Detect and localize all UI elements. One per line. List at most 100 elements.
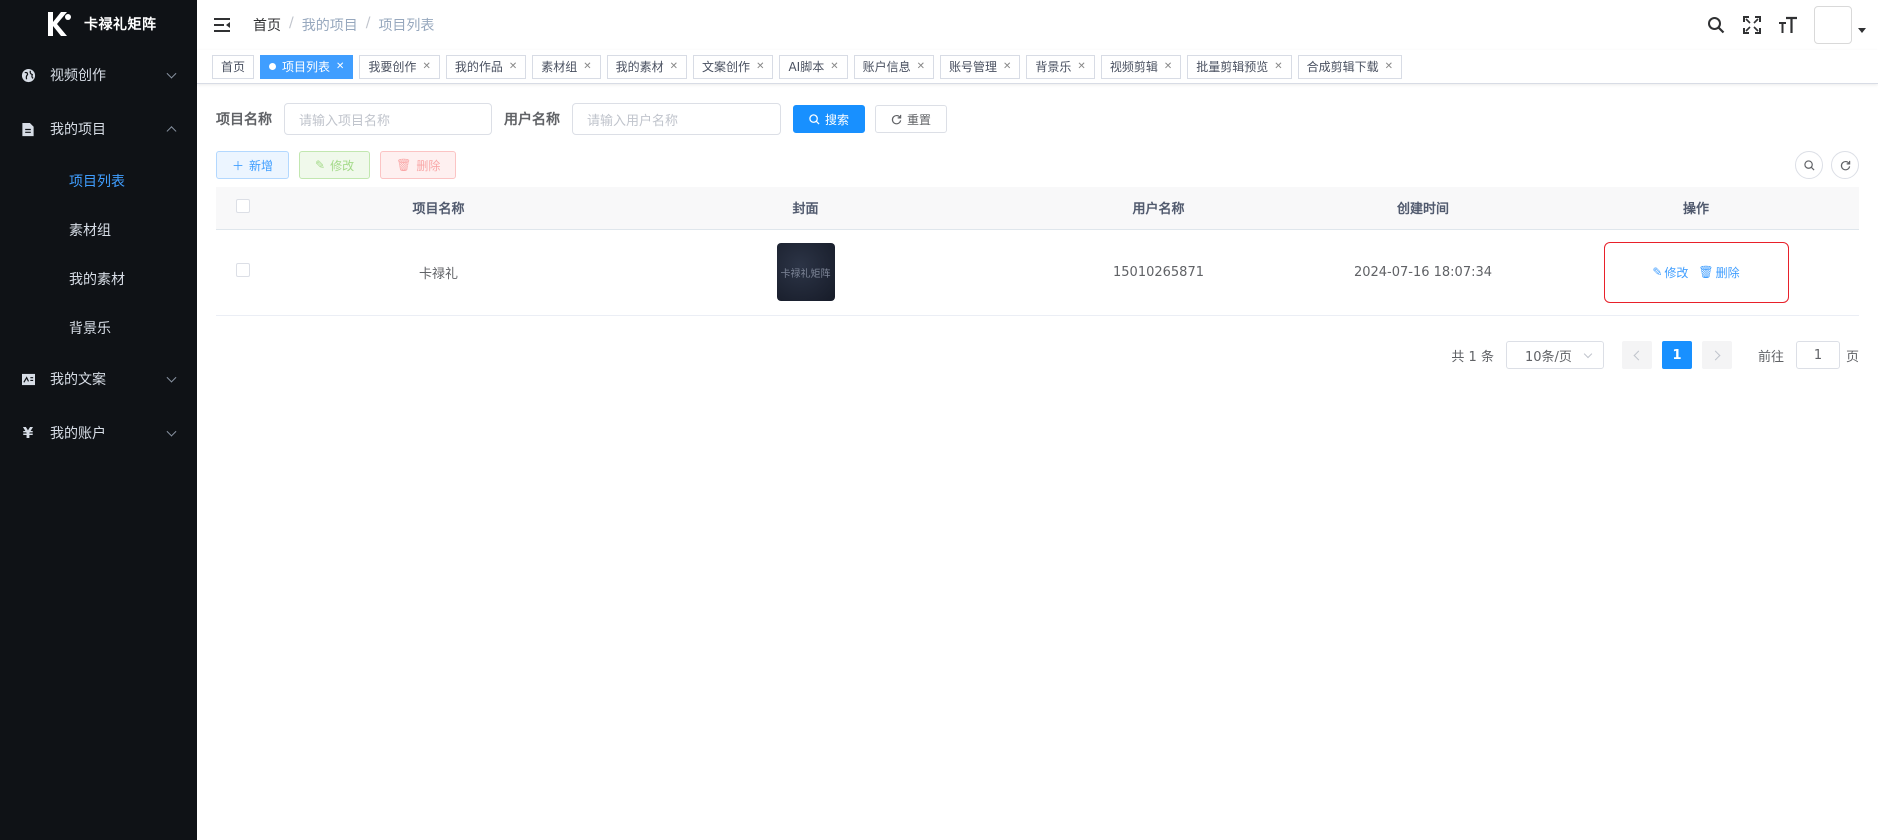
tag-label: 文案创作	[702, 60, 751, 74]
close-icon[interactable]: ✕	[1077, 61, 1085, 72]
sidebar-subitem-background-music[interactable]: 背景乐	[0, 303, 197, 352]
sidebar-item-my-projects[interactable]: 我的项目	[0, 102, 197, 156]
user-name-input[interactable]: 请输入用户名称	[572, 103, 781, 135]
operations-highlight: ✎ 修改 🗑 删除	[1603, 241, 1789, 303]
goto-page-input[interactable]: 1	[1795, 341, 1840, 369]
chevron-down-icon	[166, 68, 177, 79]
close-icon[interactable]: ✕	[1274, 61, 1282, 72]
close-icon[interactable]: ✕	[336, 61, 344, 72]
tag-label: 合成剪辑下载	[1306, 60, 1379, 74]
tags-view: 首页 项目列表 ✕ 我要创作 ✕ 我的作品 ✕ 素材组 ✕ 我的素材 ✕ 文案创作 ✕ AI…	[197, 50, 1878, 84]
cell-operations: ✎ 修改 🗑 删除	[1533, 229, 1859, 316]
user-name-label: 用户名称	[504, 112, 560, 128]
tag-label: 我要创作	[368, 60, 417, 74]
tag-batch-preview[interactable]: 批量剪辑预览 ✕	[1187, 54, 1292, 79]
close-icon[interactable]: ✕	[756, 61, 764, 72]
row-select-cell	[216, 229, 270, 316]
table-header-row: 项目名称 封面 用户名称 创建时间 操作	[216, 187, 1859, 230]
breadcrumb-project-list: 项目列表	[378, 18, 435, 34]
table-tools	[1795, 151, 1859, 179]
tag-home[interactable]: 首页	[212, 54, 255, 79]
font-size-icon[interactable]	[1778, 15, 1798, 35]
edit-button[interactable]: ✎ 修改	[299, 151, 371, 179]
chevron-down-icon	[166, 426, 177, 437]
search-form: 项目名称 请输入项目名称 用户名称 请输入用户名称 搜索 重置	[216, 103, 948, 135]
app-name: 卡禄礼矩阵	[84, 17, 157, 33]
caret-down-icon[interactable]	[1858, 28, 1866, 33]
sidebar-subitem-project-list[interactable]: 项目列表	[0, 156, 197, 205]
project-name-label: 项目名称	[216, 112, 272, 128]
tag-create[interactable]: 我要创作 ✕	[359, 54, 440, 79]
active-dot-icon	[269, 63, 277, 70]
next-page-button[interactable]	[1701, 341, 1732, 369]
page-button-current[interactable]: 1	[1661, 341, 1692, 369]
breadcrumb-home[interactable]: 首页	[253, 15, 281, 35]
close-icon[interactable]: ✕	[1385, 61, 1393, 72]
project-name-input[interactable]: 请输入项目名称	[284, 103, 492, 135]
tag-account-manage[interactable]: 账号管理 ✕	[940, 54, 1021, 79]
close-icon[interactable]: ✕	[830, 61, 838, 72]
close-icon[interactable]: ✕	[1164, 61, 1172, 72]
avatar[interactable]	[1814, 6, 1852, 44]
tag-label: 账户信息	[862, 60, 911, 74]
close-icon[interactable]: ✕	[917, 61, 925, 72]
close-icon[interactable]: ✕	[509, 61, 517, 72]
page-size-select[interactable]: 10条/页	[1505, 341, 1604, 369]
add-button[interactable]: ＋ 新增	[216, 151, 290, 179]
trash-icon: 🗑	[396, 158, 412, 172]
tag-copywriting[interactable]: 文案创作 ✕	[693, 54, 774, 79]
sidebar-item-my-account[interactable]: ¥ 我的账户	[0, 406, 197, 460]
topbar-actions	[1706, 0, 1866, 50]
search-icon	[809, 113, 820, 125]
search-icon[interactable]	[1706, 15, 1726, 35]
sidebar-item-label: 视频创作	[50, 68, 106, 84]
row-checkbox[interactable]	[236, 263, 250, 277]
plus-icon: ＋	[232, 158, 245, 173]
tag-video-edit[interactable]: 视频剪辑 ✕	[1100, 54, 1182, 79]
tag-material-group[interactable]: 素材组 ✕	[532, 54, 601, 79]
select-all-checkbox[interactable]	[236, 198, 250, 213]
delete-button[interactable]: 🗑 删除	[380, 151, 457, 179]
row-edit-link[interactable]: ✎ 修改	[1652, 264, 1688, 281]
tag-my-materials[interactable]: 我的素材 ✕	[606, 54, 688, 79]
sidebar-subitem-my-materials[interactable]: 我的素材	[0, 254, 197, 303]
close-icon[interactable]: ✕	[1003, 61, 1011, 72]
row-delete-link[interactable]: 🗑 删除	[1698, 264, 1739, 281]
sidebar-item-video-creation[interactable]: 视频创作	[0, 48, 197, 102]
tag-label: 批量剪辑预览	[1196, 60, 1269, 74]
close-icon[interactable]: ✕	[583, 61, 591, 72]
toggle-search-icon[interactable]	[1795, 151, 1823, 179]
tag-composite-download[interactable]: 合成剪辑下载 ✕	[1297, 54, 1403, 79]
edit-button-label: 修改	[330, 158, 355, 173]
prev-page-button[interactable]	[1621, 341, 1652, 369]
cover-thumbnail[interactable]: 卡禄礼矩阵	[776, 243, 835, 301]
logo[interactable]: 卡禄礼矩阵	[0, 0, 197, 48]
fullscreen-icon[interactable]	[1742, 15, 1762, 35]
tag-my-works[interactable]: 我的作品 ✕	[445, 54, 527, 79]
search-button[interactable]: 搜索	[793, 105, 866, 133]
sidebar-subitem-material-group[interactable]: 素材组	[0, 205, 197, 254]
tag-label: AI脚本	[788, 60, 825, 74]
select-all-cell	[216, 187, 270, 230]
close-icon[interactable]: ✕	[422, 61, 430, 72]
reset-button[interactable]: 重置	[875, 105, 948, 133]
tag-label: 项目列表	[282, 60, 331, 74]
sidebar-item-my-copywriting[interactable]: 我的文案	[0, 352, 197, 406]
sidebar-item-label: 我的项目	[50, 122, 106, 138]
pagination: 共 1 条 10条/页 1 前往 1 页	[1451, 341, 1859, 369]
col-project-name: 项目名称	[270, 187, 607, 230]
menu-toggle-icon[interactable]	[213, 17, 231, 33]
chevron-left-icon	[1633, 350, 1644, 360]
refresh-icon[interactable]	[1831, 151, 1859, 179]
tag-ai-script[interactable]: AI脚本 ✕	[779, 54, 848, 79]
col-created-time: 创建时间	[1313, 187, 1533, 230]
tag-project-list[interactable]: 项目列表 ✕	[260, 54, 354, 79]
row-edit-label: 修改	[1664, 265, 1689, 280]
tag-background-music[interactable]: 背景乐 ✕	[1026, 54, 1095, 79]
chevron-down-icon	[166, 372, 177, 383]
close-icon[interactable]: ✕	[670, 61, 678, 72]
action-toolbar: ＋ 新增 ✎ 修改 🗑 删除	[216, 151, 457, 179]
add-button-label: 新增	[249, 158, 274, 173]
tag-label: 背景乐	[1035, 60, 1072, 74]
tag-account-info[interactable]: 账户信息 ✕	[853, 54, 934, 79]
